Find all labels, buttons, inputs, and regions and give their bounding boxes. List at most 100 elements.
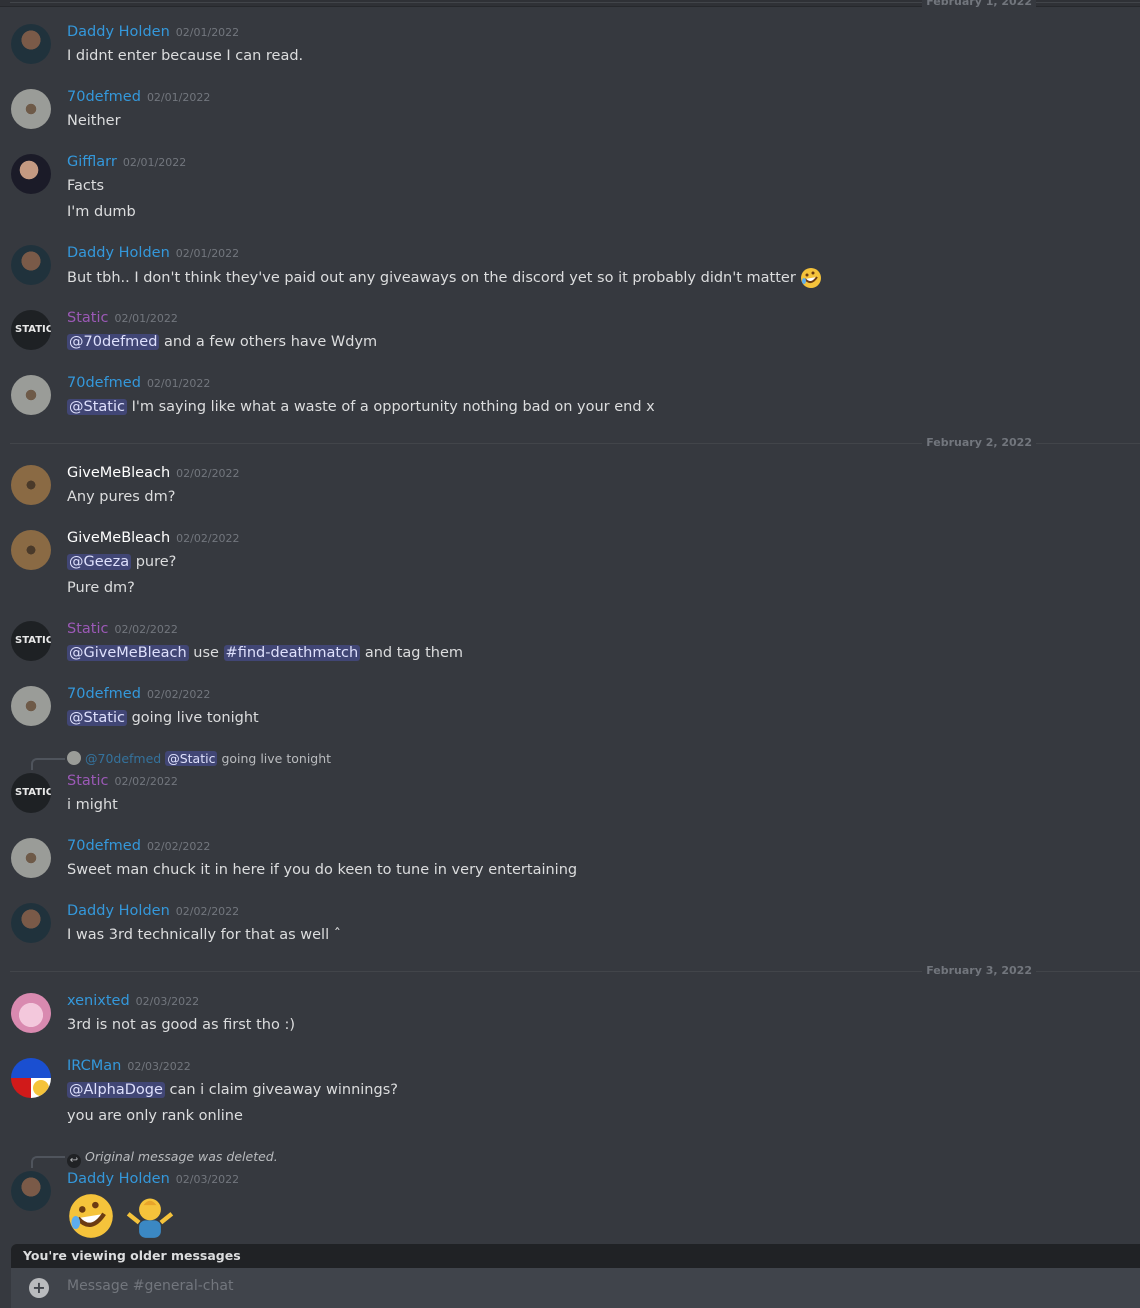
user-avatar[interactable] <box>11 154 51 194</box>
message-text: Pure dm? <box>67 580 135 596</box>
user-avatar[interactable] <box>11 1171 51 1211</box>
message-text: Facts <box>67 178 105 194</box>
message-text-body: can i claim giveaway winnings? <box>169 1082 398 1098</box>
message-text: @Static going live tonight <box>67 708 259 728</box>
user-avatar[interactable]: STATIC <box>11 773 51 813</box>
mention[interactable]: @Geeza <box>67 554 132 570</box>
timestamp: 02/02/2022 <box>175 905 240 918</box>
username[interactable]: xenixted <box>67 993 130 1009</box>
message-text: Neither <box>67 113 121 129</box>
timestamp: 02/01/2022 <box>122 156 187 169</box>
older-messages-banner[interactable]: You're viewing older messages <box>11 1244 1140 1268</box>
date-divider: February 1, 2022 <box>10 0 1140 8</box>
rofl-emoji[interactable] <box>67 1192 115 1240</box>
timestamp: 02/02/2022 <box>114 775 178 788</box>
user-avatar[interactable]: STATIC <box>11 310 51 350</box>
user-avatar[interactable] <box>11 530 51 570</box>
username[interactable]: Daddy Holden <box>67 24 170 40</box>
reply-arrow-icon: ↩ <box>67 1154 81 1168</box>
timestamp: 02/03/2022 <box>135 995 200 1008</box>
person-shrugging-emoji[interactable] <box>126 1192 174 1240</box>
static-logo-icon: STATIC <box>15 324 51 335</box>
message-text: Sweet man chuck it in here if you do kee… <box>67 862 578 878</box>
channel-link[interactable]: #find-deathmatch <box>223 645 361 661</box>
message-text-body: and a few others have Wdym <box>164 334 378 350</box>
message-text: I'm dumb <box>67 204 136 220</box>
mention[interactable]: @Static <box>67 710 127 726</box>
static-logo-icon: STATIC <box>15 787 51 798</box>
reply-preview: ↩ Original message was deleted. <box>67 1149 278 1168</box>
message-text: @Static I'm saying like what a waste of … <box>67 397 655 417</box>
username[interactable]: 70defmed <box>67 375 141 391</box>
date-divider: February 2, 2022 <box>10 436 1140 449</box>
timestamp: 02/02/2022 <box>114 623 178 636</box>
message-text-body: going live tonight <box>131 710 259 726</box>
mention[interactable]: @GiveMeBleach <box>67 645 189 661</box>
user-avatar[interactable] <box>11 993 51 1033</box>
user-avatar[interactable] <box>11 465 51 505</box>
message-text-body: use <box>193 645 219 661</box>
timestamp: 02/01/2022 <box>146 91 211 104</box>
reply-spine <box>31 758 65 770</box>
message-composer[interactable]: + Message #general-chat <box>11 1268 1140 1308</box>
user-avatar[interactable] <box>11 375 51 415</box>
message-text-body: But tbh.. I don't think they've paid out… <box>67 270 796 286</box>
username[interactable]: GiveMeBleach <box>67 530 170 546</box>
username[interactable]: Gifflarr <box>67 154 117 170</box>
timestamp: 02/02/2022 <box>146 688 211 701</box>
username[interactable]: 70defmed <box>67 686 141 702</box>
reply-avatar <box>67 751 81 765</box>
user-avatar[interactable] <box>11 245 51 285</box>
username[interactable]: GiveMeBleach <box>67 465 170 481</box>
plus-icon[interactable]: + <box>29 1278 49 1298</box>
date-divider: February 3, 2022 <box>10 964 1140 977</box>
username[interactable]: Static <box>67 621 108 637</box>
mention[interactable]: @AlphaDoge <box>67 1082 165 1098</box>
message-text: I didnt enter because I can read. <box>67 48 304 64</box>
username[interactable]: Static <box>67 310 108 326</box>
user-avatar[interactable]: STATIC <box>11 621 51 661</box>
username[interactable]: IRCMan <box>67 1058 121 1074</box>
mention[interactable]: @70defmed <box>67 334 160 350</box>
user-avatar[interactable] <box>11 1058 51 1098</box>
reply-spine <box>31 1156 65 1168</box>
username[interactable]: Daddy Holden <box>67 1171 170 1187</box>
timestamp: 02/02/2022 <box>176 467 240 480</box>
message-text: i might <box>67 797 118 813</box>
username[interactable]: Daddy Holden <box>67 903 170 919</box>
username[interactable]: 70defmed <box>67 838 141 854</box>
mention[interactable]: @Static <box>165 751 218 766</box>
user-avatar[interactable] <box>11 903 51 943</box>
username[interactable]: Static <box>67 773 108 789</box>
reply-author[interactable]: @70defmed <box>85 751 161 766</box>
message-text: @AlphaDoge can i claim giveaway winnings… <box>67 1080 398 1100</box>
date-divider-label: February 2, 2022 <box>922 436 1036 449</box>
date-divider-label: February 3, 2022 <box>922 964 1036 977</box>
timestamp: 02/01/2022 <box>175 26 240 39</box>
rofl-emoji <box>801 268 822 288</box>
date-divider-label: February 1, 2022 <box>922 0 1036 8</box>
timestamp: 02/02/2022 <box>146 840 211 853</box>
mention[interactable]: @Static <box>67 399 127 415</box>
older-messages-label: You're viewing older messages <box>23 1248 241 1263</box>
reply-text: Original message was deleted. <box>85 1149 278 1164</box>
user-avatar[interactable] <box>11 838 51 878</box>
message-text: But tbh.. I don't think they've paid out… <box>67 267 822 289</box>
message-text-body: pure? <box>135 554 177 570</box>
smiley-icon <box>33 1080 49 1096</box>
username[interactable]: Daddy Holden <box>67 245 170 261</box>
message-text: 3rd is not as good as first tho :) <box>67 1017 295 1033</box>
timestamp: 02/03/2022 <box>127 1060 191 1073</box>
message-text: @70defmed and a few others have Wdym <box>67 332 377 352</box>
message-text-body: I'm saying like what a waste of a opport… <box>131 399 655 415</box>
message-text: @Geeza pure? <box>67 552 176 572</box>
reply-preview[interactable]: @70defmed @Static going live tonight <box>67 751 331 766</box>
message-text: Any pures dm? <box>67 489 176 505</box>
timestamp: 02/02/2022 <box>176 532 240 545</box>
message-text: @GiveMeBleach use #find-deathmatch and t… <box>67 643 463 663</box>
user-avatar[interactable] <box>11 686 51 726</box>
user-avatar[interactable] <box>11 24 51 64</box>
user-avatar[interactable] <box>11 89 51 129</box>
timestamp: 02/01/2022 <box>114 312 178 325</box>
username[interactable]: 70defmed <box>67 89 141 105</box>
